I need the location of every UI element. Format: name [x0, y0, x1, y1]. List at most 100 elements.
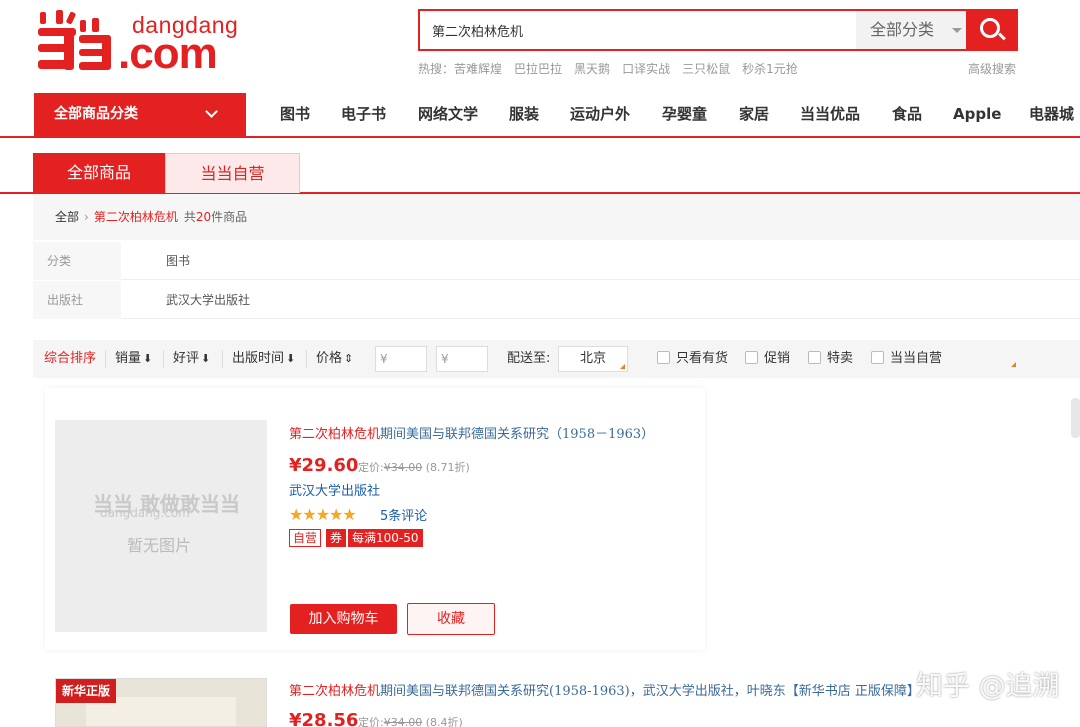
- arrow-down-icon: ⬇: [201, 352, 211, 365]
- product-image[interactable]: 新华正版: [55, 678, 267, 727]
- checkbox-icon: [745, 351, 758, 364]
- caret-down-icon: [952, 28, 962, 33]
- nav-item-clothing[interactable]: 服装: [509, 93, 539, 136]
- filter-row-category: 分类 图书: [33, 242, 1080, 280]
- nav-item-electronics[interactable]: 电器城: [1029, 93, 1074, 136]
- advanced-search-link[interactable]: 高级搜索: [968, 60, 1016, 77]
- all-categories-menu[interactable]: 全部商品分类: [34, 93, 246, 136]
- no-image-domain: dangdang.com: [100, 506, 190, 520]
- tag-promotion[interactable]: 每满100-50: [348, 529, 423, 547]
- list-price-value: ¥34.00: [383, 461, 423, 474]
- filter-row-publisher: 出版社 武汉大学出版社: [33, 281, 1080, 319]
- sort-comprehensive[interactable]: 综合排序: [44, 340, 96, 378]
- arrow-down-icon: ⬇: [143, 352, 153, 365]
- product-publisher-link[interactable]: 武汉大学出版社: [289, 480, 380, 499]
- sort-sales[interactable]: 销量 ⬇: [115, 340, 152, 378]
- sort-publish-time[interactable]: 出版时间 ⬇: [232, 340, 295, 378]
- breadcrumb-keyword: 第二次柏林危机: [93, 210, 178, 224]
- nav-item-baby[interactable]: 孕婴童: [662, 93, 707, 136]
- product-list-price: 定价:¥34.00 (8.4折): [358, 714, 463, 727]
- checkbox-dangdang-self[interactable]: 当当自营: [871, 340, 942, 378]
- search-category-select[interactable]: 全部分类: [856, 11, 968, 49]
- search-icon: [980, 18, 1000, 38]
- tag-self-operated: 自营: [289, 529, 322, 547]
- sort-rating[interactable]: 好评 ⬇: [173, 340, 210, 378]
- sort-sales-label: 销量: [115, 351, 142, 366]
- price-min-input[interactable]: ¥: [375, 346, 427, 372]
- no-image-text: 暂无图片: [127, 536, 192, 555]
- checkbox-label: 促销: [764, 351, 791, 366]
- ship-to-city: 北京: [579, 351, 606, 366]
- chevron-down-icon: [205, 105, 218, 118]
- result-count-suffix: 件商品: [211, 210, 248, 224]
- main-nav: 全部商品分类 图书 电子书 网络文学 服装 运动户外 孕婴童 家居 当当优品 食…: [0, 93, 1080, 138]
- filter-label: 出版社: [33, 281, 121, 319]
- breadcrumb: 全部 › 第二次柏林危机 共20件商品: [33, 194, 1080, 240]
- scrollbar[interactable]: [1071, 398, 1080, 438]
- sort-price[interactable]: 价格 ⇕: [316, 340, 353, 378]
- search-icon-handle: [998, 32, 1006, 41]
- nav-item-apple[interactable]: Apple: [953, 93, 1001, 136]
- divider: [306, 350, 307, 368]
- nav-item-dangdang-select[interactable]: 当当优品: [800, 93, 860, 136]
- product-title-link[interactable]: 第二次柏林危机期间美国与联邦德国关系研究(1958-1963)，武汉大学出版社，…: [289, 680, 920, 699]
- discount: (8.71折): [425, 461, 470, 474]
- filter-label: 分类: [33, 242, 121, 280]
- checkbox-icon: [657, 351, 670, 364]
- checkbox-icon: [871, 351, 884, 364]
- divider: [163, 350, 164, 368]
- filter-value[interactable]: 图书: [166, 242, 190, 280]
- discount: (8.4折): [425, 716, 463, 727]
- hot-search-link[interactable]: 巴拉巴拉: [514, 62, 562, 76]
- divider: [105, 350, 106, 368]
- result-count-number: 20: [195, 210, 212, 224]
- nav-item-books[interactable]: 图书: [280, 93, 310, 136]
- nav-item-home[interactable]: 家居: [739, 93, 769, 136]
- product-title-rest: 期间美国与联邦德国关系研究（1958－1963）: [380, 427, 655, 442]
- search-bar: 全部分类: [418, 9, 1018, 51]
- search-input[interactable]: [420, 11, 854, 49]
- divider: [222, 350, 223, 368]
- ship-to-label: 配送至:: [507, 351, 551, 366]
- nav-item-ebooks[interactable]: 电子书: [341, 93, 386, 136]
- search-button[interactable]: [966, 9, 1018, 51]
- add-to-cart-button[interactable]: 加入购物车: [290, 604, 397, 634]
- product-title-keyword: 第二次柏林危机: [289, 427, 381, 442]
- checkbox-promotion[interactable]: 促销: [745, 340, 790, 378]
- price-max-input[interactable]: ¥: [436, 346, 488, 372]
- result-count: 共20件商品: [184, 210, 247, 224]
- checkbox-label: 特卖: [827, 351, 854, 366]
- product-title-rest: 期间美国与联邦德国关系研究(1958-1963)，武汉大学出版社，叶晓东【新华书…: [380, 684, 920, 699]
- nav-item-food[interactable]: 食品: [892, 93, 922, 136]
- hot-search-link[interactable]: 黑天鹅: [574, 62, 610, 76]
- nav-item-web-literature[interactable]: 网络文学: [418, 93, 478, 136]
- filter-value[interactable]: 武汉大学出版社: [166, 281, 250, 319]
- chevron-right-icon: ›: [84, 210, 89, 224]
- arrow-down-icon: ⬇: [286, 352, 296, 365]
- sort-both-icon: ⇕: [344, 352, 354, 365]
- checkbox-label: 当当自营: [890, 351, 943, 366]
- product-title-link[interactable]: 第二次柏林危机期间美国与联邦德国关系研究（1958－1963）: [289, 423, 654, 442]
- dangdang-logo[interactable]: dangdang .com: [34, 6, 249, 78]
- product-reviews-link[interactable]: 5条评论: [380, 505, 427, 524]
- breadcrumb-root[interactable]: 全部: [55, 210, 79, 224]
- product-image-placeholder[interactable]: 当当 敢做敢当当 dangdang.com 暂无图片: [55, 420, 267, 632]
- more-filters-icon[interactable]: [1011, 362, 1016, 367]
- ship-to-city-select[interactable]: 北京: [558, 346, 628, 372]
- hot-search-label: 热搜：: [418, 62, 455, 76]
- result-tabs: 全部商品 当当自营: [0, 153, 1080, 194]
- product-price: ¥28.56: [289, 710, 359, 727]
- hot-search-link[interactable]: 口译实战: [622, 62, 670, 76]
- checkbox-in-stock[interactable]: 只看有货: [657, 340, 728, 378]
- hot-search-link[interactable]: 苦难辉煌: [454, 62, 502, 76]
- hot-search-link[interactable]: 秒杀1元抢: [742, 62, 798, 76]
- favorite-button[interactable]: 收藏: [407, 603, 495, 635]
- sort-publish-time-label: 出版时间: [232, 351, 285, 366]
- checkbox-flash-sale[interactable]: 特卖: [808, 340, 853, 378]
- corner-arrow-icon: [620, 364, 625, 369]
- hot-search-link[interactable]: 三只松鼠: [682, 62, 730, 76]
- list-price-label: 定价:: [358, 461, 384, 474]
- tab-all-products[interactable]: 全部商品: [33, 153, 165, 193]
- tab-dangdang-self[interactable]: 当当自营: [165, 153, 300, 193]
- nav-item-sports-outdoor[interactable]: 运动户外: [570, 93, 630, 136]
